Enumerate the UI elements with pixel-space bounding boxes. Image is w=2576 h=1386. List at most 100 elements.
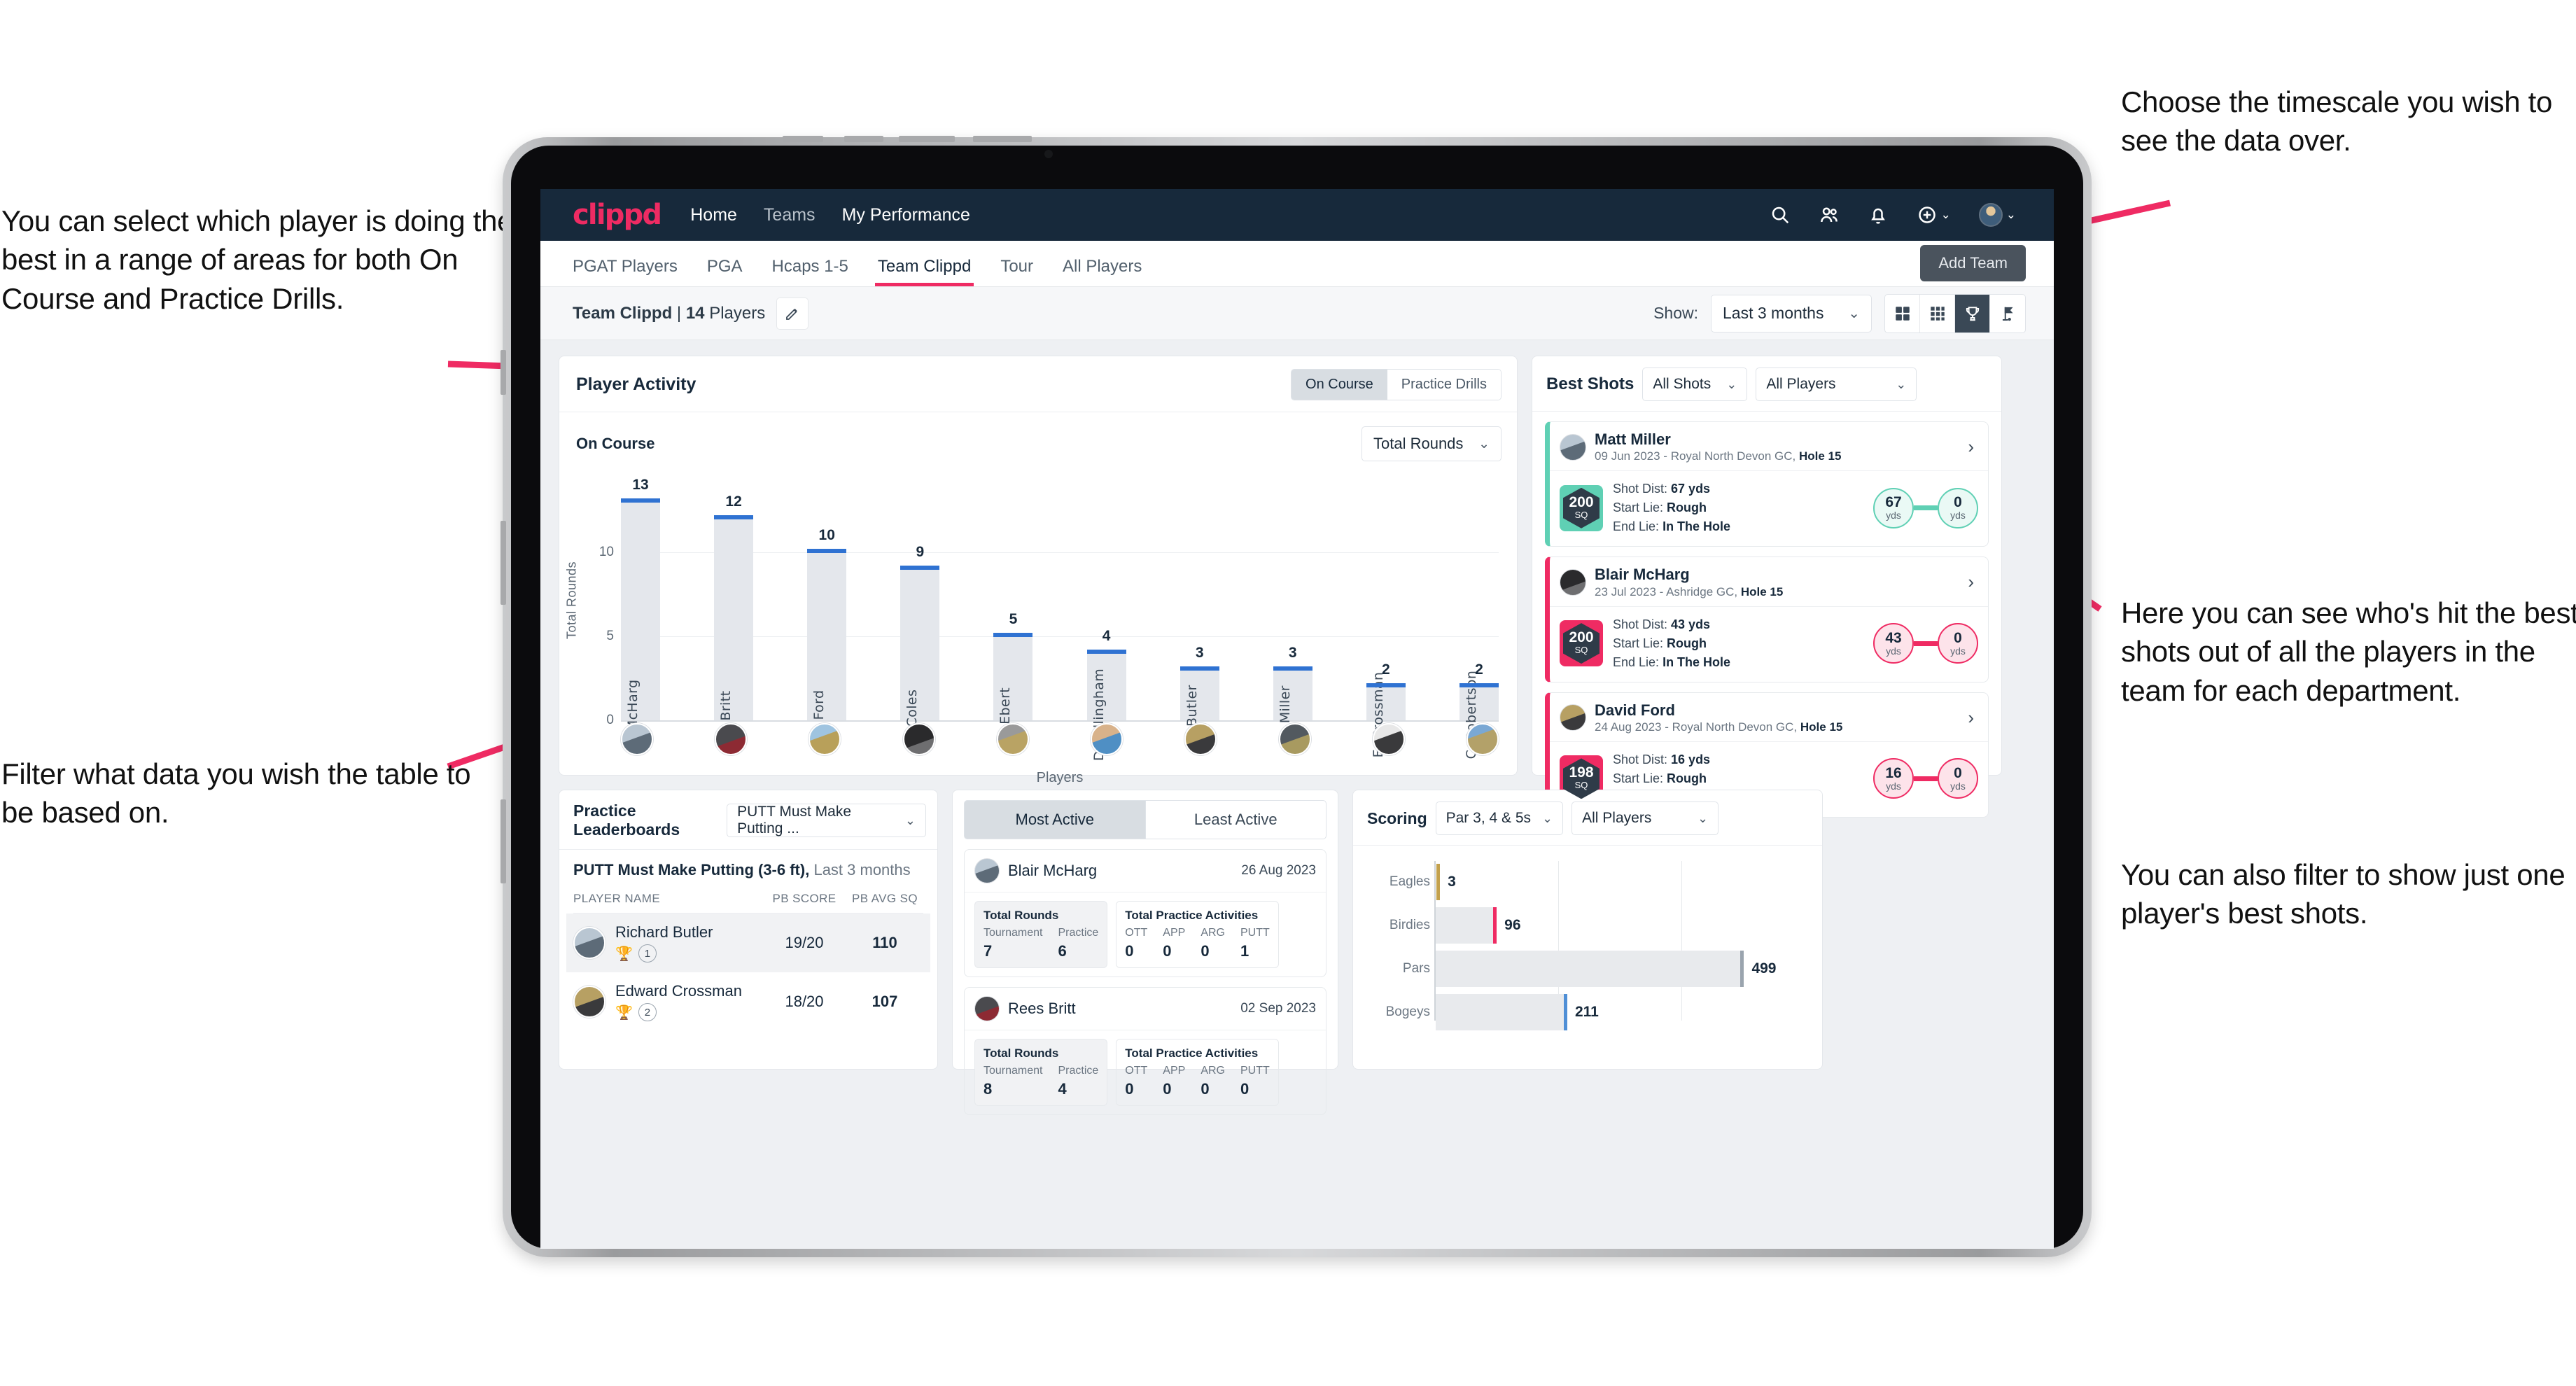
chart-bar-column[interactable]: 3 M. Miller xyxy=(1273,485,1312,744)
chart-bar-column[interactable]: 5 E. Ebert xyxy=(993,485,1033,742)
chart-player-avatar[interactable] xyxy=(1184,723,1217,755)
list-item[interactable]: Blair McHarg 26 Aug 2023 Total Rounds Tourn… xyxy=(964,849,1326,977)
tab-hcaps-1-5[interactable]: Hcaps 1-5 xyxy=(772,257,848,286)
chevron-down-icon: ⌄ xyxy=(1726,377,1737,391)
clippd-logo[interactable]: clippd xyxy=(573,199,662,231)
people-icon[interactable] xyxy=(1819,204,1840,225)
metric-select[interactable]: Total Rounds ⌄ xyxy=(1362,426,1502,461)
chevron-right-icon[interactable]: › xyxy=(1968,571,1978,593)
chart-bar-column[interactable]: 12 R. Britt xyxy=(714,485,754,738)
chart-player-avatar[interactable] xyxy=(715,723,748,755)
activity-stat-key: Practice xyxy=(1058,1065,1099,1077)
best-shot-card[interactable]: Matt Miller 09 Jun 2023 - Royal North Dev… xyxy=(1545,421,1989,547)
activity-stat: PUTT 1 xyxy=(1240,927,1270,960)
plus-circle-icon[interactable] xyxy=(1917,204,1938,225)
player-activity-title: Player Activity xyxy=(576,374,696,394)
chart-bar-column[interactable]: 10 D. Ford xyxy=(807,485,847,739)
table-row[interactable]: Edward Crossman 🏆 2 18/20 107 xyxy=(566,972,930,1031)
tab-tour[interactable]: Tour xyxy=(1000,257,1033,286)
best-shots-player-filter[interactable]: All Players ⌄ xyxy=(1756,368,1917,401)
chart-player-avatar[interactable] xyxy=(996,723,1029,755)
timescale-select[interactable]: Last 3 months ⌄ xyxy=(1711,294,1872,332)
practice-leaderboards-header: Practice Leaderboards PUTT Must Make Put… xyxy=(559,790,937,850)
player-activity-header: Player Activity On Course Practice Drill… xyxy=(559,356,1517,412)
list-item[interactable]: Rees Britt 02 Sep 2023 Total Rounds Tournam… xyxy=(964,987,1326,1115)
edit-team-button[interactable] xyxy=(776,297,809,330)
chart-bar-column[interactable]: 13 B. McHarg xyxy=(621,477,660,750)
player-badges: 🏆 1 xyxy=(615,944,762,962)
chart-bar-value: 9 xyxy=(916,544,925,560)
chart-bar: D. Billingham xyxy=(1086,650,1126,761)
player-activity-card: Player Activity On Course Practice Drill… xyxy=(559,356,1518,785)
tab-all-players[interactable]: All Players xyxy=(1063,257,1142,286)
show-label: Show: xyxy=(1653,304,1698,322)
scoring-player-filter[interactable]: All Players ⌄ xyxy=(1572,802,1719,835)
best-shots-shot-filter[interactable]: All Shots ⌄ xyxy=(1642,368,1748,401)
chart-player-avatar[interactable] xyxy=(902,723,935,755)
nav-right-icons: ⌄ ⌄ xyxy=(1770,203,2029,227)
chart-bar-column[interactable]: 3 R. Butler xyxy=(1180,485,1219,745)
tab-most-active[interactable]: Most Active xyxy=(964,800,1145,839)
nav-link-my-performance[interactable]: My Performance xyxy=(842,205,970,225)
chart-player-avatar[interactable] xyxy=(1466,723,1499,755)
chart-player-avatar[interactable] xyxy=(1091,723,1124,755)
best-shot-card[interactable]: Blair McHarg 23 Jul 2023 - Ashridge GC, H… xyxy=(1545,556,1989,682)
best-shots-title: Best Shots xyxy=(1546,374,1634,393)
best-shot-player-name: David Ford xyxy=(1595,701,1675,719)
chart-player-avatar[interactable] xyxy=(1278,723,1311,755)
shot-quality-unit: SQ xyxy=(1574,645,1588,656)
chevron-right-icon[interactable]: › xyxy=(1968,707,1978,729)
table-row[interactable]: Richard Butler 🏆 1 19/20 110 xyxy=(566,913,930,972)
chart-player-avatar[interactable] xyxy=(1372,723,1405,755)
tab-least-active[interactable]: Least Active xyxy=(1144,800,1326,839)
search-icon[interactable] xyxy=(1770,204,1791,225)
view-grid-3x3-button[interactable] xyxy=(1920,294,1955,332)
total-practice-title: Total Practice Activities xyxy=(1125,1046,1259,1060)
chevron-right-icon[interactable]: › xyxy=(1968,436,1978,458)
total-rounds-stats: Tournament 8 Practice 4 xyxy=(983,1065,1098,1098)
tablet-volume-down-button xyxy=(500,799,506,883)
tab-pga[interactable]: PGA xyxy=(707,257,743,286)
activity-item-header: Rees Britt 02 Sep 2023 xyxy=(965,988,1326,1030)
end-distance-unit: yds xyxy=(1950,780,1966,792)
view-trophy-button[interactable] xyxy=(1955,294,1990,332)
avatar[interactable] xyxy=(1978,203,2003,227)
tab-pgat-players[interactable]: PGAT Players xyxy=(573,257,678,286)
top-navbar: clippd Home Teams My Performance ⌄ ⌄ xyxy=(540,189,2054,241)
segment-on-course[interactable]: On Course xyxy=(1292,370,1387,400)
player-activity-chart: Total Rounds 0 5 10 13 B. McHarg 12 R. Britt 10… xyxy=(559,472,1517,785)
tab-team-clippd[interactable]: Team Clippd xyxy=(874,257,974,286)
user-menu[interactable]: ⌄ xyxy=(1978,203,2016,227)
view-grid-2x2-button[interactable] xyxy=(1885,294,1920,332)
nav-link-home[interactable]: Home xyxy=(690,205,737,225)
total-rounds-box: Total Rounds Tournament 7 Practice 6 xyxy=(974,901,1108,968)
total-rounds-title: Total Rounds xyxy=(983,909,1059,922)
chart-bar-column[interactable]: 4 D. Billingham xyxy=(1086,485,1126,761)
chart-bar-column[interactable]: 2 C. Robertson xyxy=(1459,485,1499,759)
chart-bar-column[interactable]: 9 J. Coles xyxy=(900,485,940,740)
best-shot-identity: Blair McHarg 23 Jul 2023 - Ashridge GC, H… xyxy=(1595,566,1783,598)
shot-start-distance: 16 yds xyxy=(1873,758,1914,799)
chart-player-avatar[interactable] xyxy=(808,723,841,755)
activity-stat-key: ARG xyxy=(1200,927,1225,939)
activity-item-body: Total Rounds Tournament 8 Practice 4 Total Pr… xyxy=(965,1030,1326,1114)
view-flag-button[interactable] xyxy=(1990,295,2025,332)
segment-practice-drills[interactable]: Practice Drills xyxy=(1387,370,1501,400)
bell-icon[interactable] xyxy=(1868,204,1889,225)
end-distance-value: 0 xyxy=(1954,629,1962,646)
best-shot-body: 200 SQ Shot Dist: 67 yds Start Lie: Rough En… xyxy=(1550,471,1988,546)
scoring-bar xyxy=(1436,994,1567,1030)
activity-stat-value: 0 xyxy=(1163,1080,1172,1098)
chart-bar-column[interactable]: 2 E. Crossman xyxy=(1366,485,1406,757)
chevron-down-icon: ⌄ xyxy=(904,813,916,827)
team-player-count: 14 xyxy=(685,303,705,323)
scoring-par-filter[interactable]: Par 3, 4 & 5s ⌄ xyxy=(1435,802,1564,835)
start-distance-unit: yds xyxy=(1886,510,1901,522)
nav-link-teams[interactable]: Teams xyxy=(764,205,816,225)
plus-circle-menu[interactable]: ⌄ xyxy=(1917,204,1951,225)
drill-select[interactable]: PUTT Must Make Putting ... ⌄ xyxy=(727,804,926,837)
activity-stat-key: PUTT xyxy=(1240,927,1270,939)
activity-stat-value: 4 xyxy=(1058,1080,1067,1098)
chart-player-avatar[interactable] xyxy=(621,723,653,755)
add-team-button[interactable]: Add Team xyxy=(1920,245,2026,281)
